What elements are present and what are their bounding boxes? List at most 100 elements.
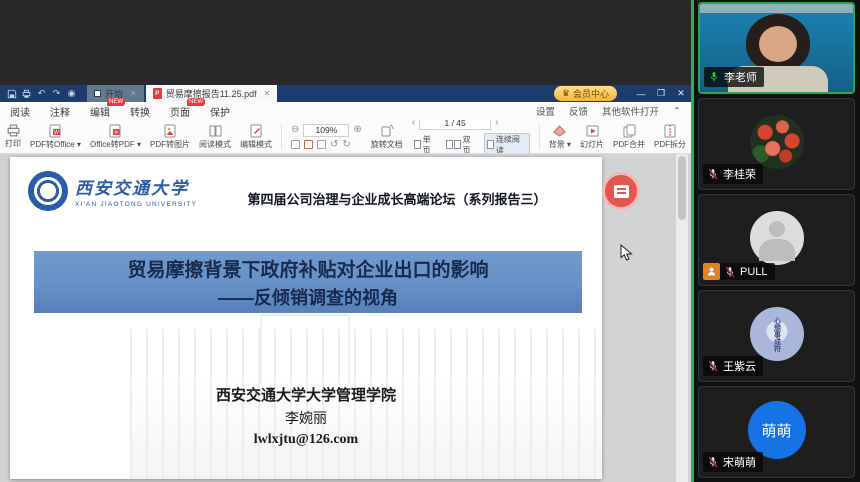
menu-settings[interactable]: 设置 xyxy=(536,104,555,118)
affiliation: 西安交通大学大学管理学院 xyxy=(10,385,602,407)
avatar-text: 心想事成符 xyxy=(772,317,782,352)
read-mode-button[interactable]: 阅读模式 xyxy=(199,124,231,150)
document-scrollbar[interactable] xyxy=(676,154,688,482)
participant-label: 王紫云 xyxy=(703,356,763,376)
svg-text:W: W xyxy=(54,130,59,136)
redo-icon[interactable]: ↷ xyxy=(49,86,64,101)
rotate-left-icon[interactable]: ↺ xyxy=(330,140,338,150)
participant-tile[interactable]: 李桂荣 xyxy=(698,98,855,190)
undo-icon[interactable]: ↶ xyxy=(34,86,49,101)
background-button[interactable]: 背景 ▾ xyxy=(549,124,571,150)
document-area[interactable]: 西安交通大学 XI'AN JIAOTONG UNIVERSITY 第四届公司治理… xyxy=(0,154,691,482)
person-silhouette-icon xyxy=(769,221,785,237)
collapse-toolbar-icon[interactable]: ⌃ xyxy=(673,106,681,117)
print-button[interactable]: 打印 xyxy=(5,124,21,149)
mic-muted-icon xyxy=(707,360,719,372)
convert-float-button[interactable] xyxy=(602,172,640,210)
participant-label: 李桂荣 xyxy=(703,164,763,184)
zoom-controls: ⊖ 109% ⊕ ↺ ↻ xyxy=(291,124,362,150)
document-tab-label: 贸易摩擦报告11.25.pdf xyxy=(166,87,257,100)
pdf-merge-button[interactable]: PDF合并 xyxy=(613,124,645,150)
doc-convert-icon xyxy=(614,185,629,198)
guest-person-icon xyxy=(703,263,720,280)
slide-page: 西安交通大学 XI'AN JIAOTONG UNIVERSITY 第四届公司治理… xyxy=(10,157,602,479)
slide-title-box: 贸易摩擦背景下政府补贴对企业出口的影响 ——反倾销调查的视角 xyxy=(34,251,582,313)
pdf-split-button[interactable]: PDF拆分 xyxy=(654,124,686,150)
author-email: lwlxjtu@126.com xyxy=(10,429,602,451)
office-to-pdf-button[interactable]: P Office转PDF ▾ xyxy=(90,124,141,150)
save-icon[interactable] xyxy=(4,86,19,101)
menu-convert[interactable]: 转换 xyxy=(130,104,150,119)
participant-name: 王紫云 xyxy=(723,358,756,374)
menu-page[interactable]: 页面NEW xyxy=(170,104,190,119)
minimize-button[interactable]: — xyxy=(631,89,651,99)
avatar xyxy=(750,115,804,169)
pdf-to-image-button[interactable]: PDF转图片 xyxy=(150,124,190,150)
shared-screen: ↶ ↷ ◉ 开始 ✕ P 贸易摩擦报告11.25.pdf ✕ ♛ 会员中心 xyxy=(0,0,694,482)
menu-read[interactable]: 阅读 xyxy=(10,104,30,119)
avatar: 心想事成符 xyxy=(750,307,804,361)
participant-name: 李老师 xyxy=(724,69,757,85)
menu-annotate[interactable]: 注释 xyxy=(50,104,70,119)
new-badge: NEW xyxy=(107,98,125,106)
close-tab-icon[interactable]: ✕ xyxy=(130,89,137,98)
pdf-menubar: 阅读 注释 编辑NEW 转换 页面NEW 保护 设置 反馈 其他软件打开 ⌃ xyxy=(0,102,691,120)
pdf-reader-window: ↶ ↷ ◉ 开始 ✕ P 贸易摩擦报告11.25.pdf ✕ ♛ 会员中心 xyxy=(0,85,691,482)
zoom-out-icon[interactable]: ⊖ xyxy=(291,125,299,135)
author-block: 西安交通大学大学管理学院 李婉丽 lwlxjtu@126.com xyxy=(10,385,602,451)
continuous-read-button[interactable]: 连续阅读 xyxy=(484,133,530,155)
member-center-label: 会员中心 xyxy=(573,87,609,100)
double-page-button[interactable]: 双页 xyxy=(444,134,480,155)
participant-video xyxy=(759,26,797,62)
rotate-right-icon[interactable]: ↻ xyxy=(342,140,350,150)
participant-tile[interactable]: 李老师 xyxy=(698,2,855,94)
restore-button[interactable]: ❐ xyxy=(651,88,671,99)
forum-title: 第四届公司治理与企业成长高端论坛（系列报告三） xyxy=(200,189,594,208)
participant-label: 宋萌萌 xyxy=(703,452,763,472)
participant-label: PULL xyxy=(703,263,775,280)
participant-label: 李老师 xyxy=(704,67,764,87)
menu-edit[interactable]: 编辑NEW xyxy=(90,104,110,119)
participant-name: PULL xyxy=(740,266,768,278)
avatar xyxy=(750,211,804,265)
menu-protect[interactable]: 保护 xyxy=(210,104,230,119)
pdf-toolbar: 打印 W PDF转Office ▾ P Office转PDF ▾ PDF转图片 … xyxy=(0,120,691,154)
page-controls: ‹ 1 / 45 › 单页 双页 连续阅读 xyxy=(412,120,530,154)
prev-page-icon[interactable]: ‹ xyxy=(412,120,415,128)
menu-open-with[interactable]: 其他软件打开 xyxy=(602,104,659,118)
actual-size-icon[interactable] xyxy=(317,140,326,149)
fit-width-icon[interactable] xyxy=(304,140,313,149)
rotate-document-button[interactable]: 旋转文档 xyxy=(371,124,403,150)
reader-mode-icon[interactable]: ◉ xyxy=(64,86,79,101)
print-icon[interactable] xyxy=(19,86,34,101)
edit-mode-button[interactable]: 编辑模式 xyxy=(240,124,272,150)
participant-name: 宋萌萌 xyxy=(723,454,756,470)
single-page-button[interactable]: 单页 xyxy=(412,134,440,155)
scrollbar-thumb[interactable] xyxy=(678,156,686,220)
svg-text:P: P xyxy=(115,130,118,135)
slideshow-button[interactable]: 幻灯片 xyxy=(580,124,604,150)
zoom-in-icon[interactable]: ⊕ xyxy=(353,125,361,135)
mic-muted-icon xyxy=(724,266,736,278)
zoom-level[interactable]: 109% xyxy=(303,124,349,137)
menu-feedback[interactable]: 反馈 xyxy=(569,104,588,118)
participant-tile[interactable]: 萌萌 宋萌萌 xyxy=(698,386,855,478)
pdf-titlebar: ↶ ↷ ◉ 开始 ✕ P 贸易摩擦报告11.25.pdf ✕ ♛ 会员中心 xyxy=(0,85,691,102)
mouse-cursor xyxy=(620,244,633,261)
slide-title-line1: 贸易摩擦背景下政府补贴对企业出口的影响 xyxy=(127,255,488,282)
participants-sidebar[interactable]: 李老师 李桂荣 PULL xyxy=(694,0,860,482)
fit-page-icon[interactable] xyxy=(291,140,300,149)
participant-tile[interactable]: PULL xyxy=(698,194,855,286)
participant-tile[interactable]: 心想事成符 王紫云 xyxy=(698,290,855,382)
mic-muted-icon xyxy=(707,456,719,468)
page-indicator[interactable]: 1 / 45 xyxy=(419,120,491,130)
university-name-en: XI'AN JIAOTONG UNIVERSITY xyxy=(75,201,197,208)
close-button[interactable]: ✕ xyxy=(671,88,691,99)
close-tab-icon[interactable]: ✕ xyxy=(264,89,271,98)
tab-document[interactable]: P 贸易摩擦报告11.25.pdf ✕ xyxy=(146,85,278,102)
avatar: 萌萌 xyxy=(748,401,806,459)
next-page-icon[interactable]: › xyxy=(495,120,498,128)
member-center-button[interactable]: ♛ 会员中心 xyxy=(554,86,617,101)
crown-icon: ♛ xyxy=(562,88,570,99)
pdf-to-office-button[interactable]: W PDF转Office ▾ xyxy=(30,124,81,150)
